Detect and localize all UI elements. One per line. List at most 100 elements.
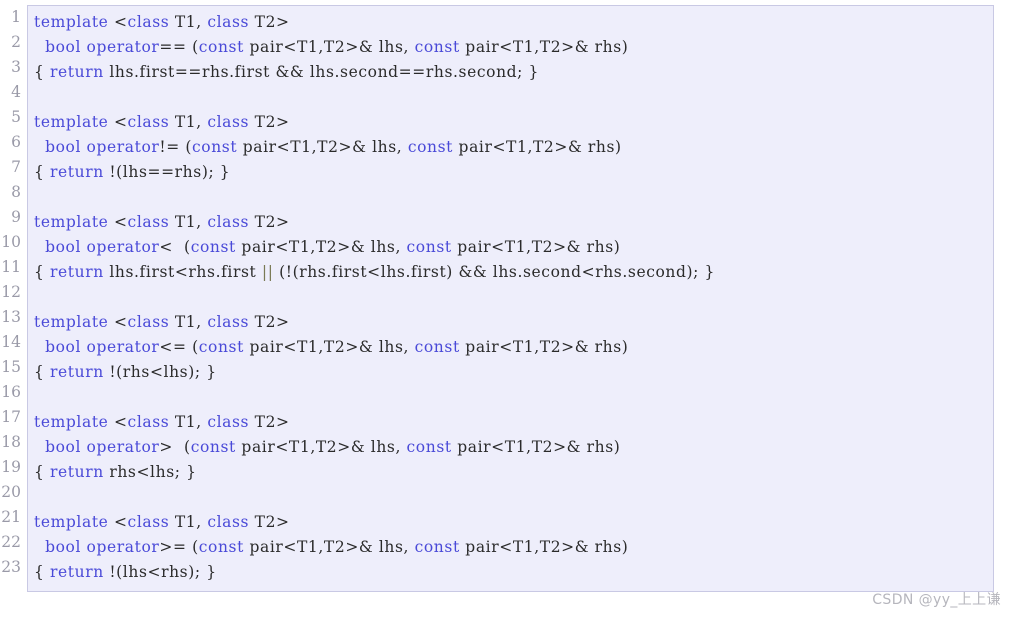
- code-token: T2>: [249, 313, 290, 331]
- code-line[interactable]: { return lhs.first==rhs.first && lhs.sec…: [34, 60, 993, 85]
- code-line[interactable]: { return lhs.first<rhs.first || (!(rhs.f…: [34, 260, 993, 285]
- code-token: pair<T1,T2>& lhs,: [243, 538, 415, 556]
- code-token: {: [34, 363, 50, 381]
- keyword-token: const: [414, 338, 460, 356]
- code-line[interactable]: template <class T1, class T2>: [34, 210, 993, 235]
- code-token: > (: [159, 438, 191, 456]
- code-token: {: [34, 263, 50, 281]
- keyword-token: const: [407, 138, 454, 156]
- code-block: 1 2 3 4 5 6 7 8 9 10 11 12 13 14 15 16 17 18 19 20 21 22 23 te…: [0, 5, 994, 592]
- line-number: 17: [1, 408, 21, 426]
- code-line[interactable]: bool operator< (const pair<T1,T2>& lhs, …: [34, 235, 993, 260]
- code-token: <: [108, 113, 128, 131]
- code-token: T2>: [249, 513, 290, 531]
- line-number: 11: [1, 258, 21, 276]
- code-token: <= (: [159, 338, 199, 356]
- code-token: lhs.first<rhs.first: [103, 263, 262, 281]
- code-line[interactable]: bool operator!= (const pair<T1,T2>& lhs,…: [34, 135, 993, 160]
- line-number: 6: [11, 133, 21, 151]
- code-token: <: [108, 413, 128, 431]
- code-token: rhs<lhs; }: [103, 463, 197, 481]
- keyword-token: bool: [45, 238, 82, 256]
- code-content[interactable]: template <class T1, class T2> bool opera…: [27, 5, 994, 592]
- code-token: {: [34, 563, 50, 581]
- line-number: 9: [11, 208, 21, 226]
- keyword-token: bool: [45, 438, 82, 456]
- keyword-token: class: [207, 513, 250, 531]
- keyword-token: bool: [45, 538, 82, 556]
- code-token: pair<T1,T2>& rhs): [451, 238, 621, 256]
- keyword-token: const: [190, 438, 236, 456]
- line-number: 19: [1, 458, 21, 476]
- code-line[interactable]: [34, 185, 993, 210]
- line-number: 2: [11, 33, 21, 51]
- code-token: !(rhs<lhs); }: [103, 363, 217, 381]
- keyword-token: return: [50, 363, 104, 381]
- code-token: lhs.first==rhs.first && lhs.second==rhs.…: [103, 63, 539, 81]
- line-number: 18: [1, 433, 21, 451]
- keyword-token: return: [50, 463, 104, 481]
- code-token: T1,: [169, 313, 208, 331]
- code-line[interactable]: template <class T1, class T2>: [34, 110, 993, 135]
- code-line[interactable]: template <class T1, class T2>: [34, 510, 993, 535]
- code-token: < (: [159, 238, 191, 256]
- keyword-token: return: [50, 563, 104, 581]
- code-token: T1,: [169, 413, 208, 431]
- keyword-token: class: [207, 13, 250, 31]
- code-token: T2>: [249, 213, 290, 231]
- keyword-token: operator: [86, 138, 160, 156]
- code-line[interactable]: template <class T1, class T2>: [34, 410, 993, 435]
- keyword-token: operator: [86, 338, 160, 356]
- code-line[interactable]: bool operator>= (const pair<T1,T2>& lhs,…: [34, 535, 993, 560]
- line-number: 7: [11, 158, 21, 176]
- keyword-token: const: [198, 38, 244, 56]
- code-line[interactable]: [34, 285, 993, 310]
- code-line[interactable]: template <class T1, class T2>: [34, 10, 993, 35]
- code-token: <: [108, 313, 128, 331]
- code-token: >= (: [159, 538, 199, 556]
- keyword-token: const: [192, 138, 238, 156]
- line-number: 3: [11, 58, 21, 76]
- code-token: pair<T1,T2>& rhs): [453, 138, 622, 156]
- code-line[interactable]: { return !(lhs==rhs); }: [34, 160, 993, 185]
- keyword-token: operator: [86, 438, 160, 456]
- code-token: T1,: [169, 513, 208, 531]
- code-token: {: [34, 63, 50, 81]
- keyword-token: template: [34, 513, 109, 531]
- keyword-token: template: [34, 413, 109, 431]
- code-token: pair<T1,T2>& lhs,: [235, 438, 407, 456]
- keyword-token: class: [127, 413, 170, 431]
- code-line[interactable]: [34, 85, 993, 110]
- keyword-token: template: [34, 213, 109, 231]
- code-token: pair<T1,T2>& lhs,: [243, 38, 415, 56]
- code-token: !(lhs==rhs); }: [103, 163, 231, 181]
- keyword-token: class: [127, 113, 170, 131]
- code-line[interactable]: bool operator== (const pair<T1,T2>& lhs,…: [34, 35, 993, 60]
- code-line[interactable]: [34, 485, 993, 510]
- code-line[interactable]: { return rhs<lhs; }: [34, 460, 993, 485]
- code-line[interactable]: template <class T1, class T2>: [34, 310, 993, 335]
- line-number: 4: [11, 83, 21, 101]
- code-token: pair<T1,T2>& lhs,: [243, 338, 415, 356]
- code-token: <: [108, 213, 128, 231]
- code-line[interactable]: bool operator> (const pair<T1,T2>& lhs, …: [34, 435, 993, 460]
- code-token: pair<T1,T2>& lhs,: [235, 238, 407, 256]
- watermark: CSDN @yy_上上谦: [872, 592, 1001, 608]
- code-line[interactable]: [34, 385, 993, 410]
- code-token: T2>: [249, 113, 290, 131]
- keyword-token: bool: [45, 338, 82, 356]
- line-number: 13: [1, 308, 21, 326]
- code-token: {: [34, 163, 50, 181]
- code-token: pair<T1,T2>& rhs): [459, 338, 629, 356]
- line-number: 10: [1, 233, 21, 251]
- code-token: T1,: [169, 113, 208, 131]
- code-line[interactable]: { return !(lhs<rhs); }: [34, 560, 993, 585]
- keyword-token: class: [207, 113, 250, 131]
- code-line[interactable]: { return !(rhs<lhs); }: [34, 360, 993, 385]
- code-line[interactable]: bool operator<= ( const pair<T1,T2>& lhs,…: [34, 335, 993, 360]
- code-token: <: [108, 513, 128, 531]
- keyword-token: const: [414, 538, 460, 556]
